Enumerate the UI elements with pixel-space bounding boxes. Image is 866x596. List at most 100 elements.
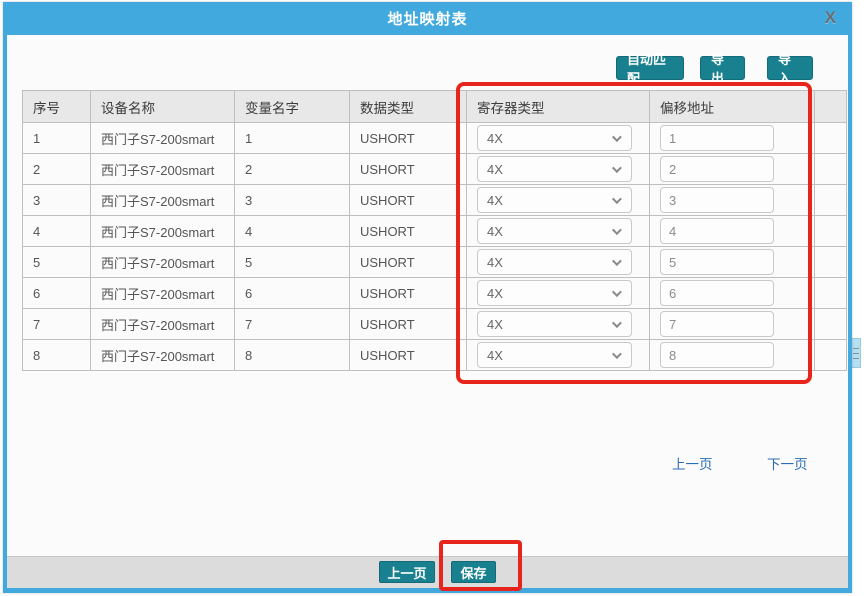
col-header-variable: 变量名字: [235, 91, 350, 123]
cell-index: 2: [23, 154, 91, 185]
cell-datatype: USHORT: [350, 216, 467, 247]
cell-device: 西门子S7-200smart: [91, 123, 235, 154]
cell-empty: [815, 154, 847, 185]
cell-empty: [815, 247, 847, 278]
col-header-device: 设备名称: [91, 91, 235, 123]
chevron-down-icon: [612, 194, 622, 204]
footer-prev-button[interactable]: 上一页: [379, 561, 435, 583]
cell-device: 西门子S7-200smart: [91, 154, 235, 185]
cell-empty: [815, 123, 847, 154]
register-type-select[interactable]: 4X: [477, 156, 632, 182]
cell-datatype: USHORT: [350, 340, 467, 371]
cell-variable: 2: [235, 154, 350, 185]
table-row: 6 西门子S7-200smart 6 USHORT 4X: [23, 278, 847, 309]
cell-index: 7: [23, 309, 91, 340]
register-type-select[interactable]: 4X: [477, 125, 632, 151]
table-row: 1 西门子S7-200smart 1 USHORT 4X: [23, 123, 847, 154]
offset-address-input[interactable]: [660, 125, 774, 151]
cell-index: 5: [23, 247, 91, 278]
cell-datatype: USHORT: [350, 278, 467, 309]
offset-address-input[interactable]: [660, 218, 774, 244]
cell-variable: 4: [235, 216, 350, 247]
cell-datatype: USHORT: [350, 185, 467, 216]
dialog-title: 地址映射表: [387, 8, 467, 29]
cell-index: 6: [23, 278, 91, 309]
pagination-next-link[interactable]: 下一页: [767, 453, 808, 473]
cell-device: 西门子S7-200smart: [91, 309, 235, 340]
register-type-value: 4X: [487, 193, 503, 208]
offset-address-input[interactable]: [660, 156, 774, 182]
cell-empty: [815, 340, 847, 371]
register-type-select[interactable]: 4X: [477, 249, 632, 275]
register-type-value: 4X: [487, 162, 503, 177]
address-mapping-table: 序号 设备名称 变量名字 数据类型 寄存器类型 偏移地址 1 西门子S7-200…: [22, 90, 847, 371]
table-row: 7 西门子S7-200smart 7 USHORT 4X: [23, 309, 847, 340]
table-header-row: 序号 设备名称 变量名字 数据类型 寄存器类型 偏移地址: [23, 91, 847, 123]
cell-variable: 7: [235, 309, 350, 340]
cell-empty: [815, 216, 847, 247]
cell-index: 1: [23, 123, 91, 154]
register-type-value: 4X: [487, 348, 503, 363]
dialog-titlebar: 地址映射表: [3, 2, 852, 35]
offset-address-input[interactable]: [660, 342, 774, 368]
close-icon[interactable]: X: [825, 8, 836, 28]
cell-datatype: USHORT: [350, 123, 467, 154]
register-type-value: 4X: [487, 224, 503, 239]
offset-address-input[interactable]: [660, 311, 774, 337]
chevron-down-icon: [612, 132, 622, 142]
address-mapping-dialog: 地址映射表 X 自动匹配 导出 导入 序号 设备名称 变量名字 数据类型 寄存器…: [3, 2, 852, 593]
register-type-select[interactable]: 4X: [477, 187, 632, 213]
cell-variable: 5: [235, 247, 350, 278]
register-type-select[interactable]: 4X: [477, 311, 632, 337]
register-type-select[interactable]: 4X: [477, 280, 632, 306]
pagination-prev-link[interactable]: 上一页: [672, 453, 713, 473]
cell-empty: [815, 309, 847, 340]
chevron-down-icon: [612, 287, 622, 297]
chevron-down-icon: [612, 163, 622, 173]
cell-datatype: USHORT: [350, 154, 467, 185]
cell-device: 西门子S7-200smart: [91, 340, 235, 371]
offset-address-input[interactable]: [660, 280, 774, 306]
page: 地址映射表 X 自动匹配 导出 导入 序号 设备名称 变量名字 数据类型 寄存器…: [0, 0, 866, 596]
grip-line: [853, 353, 859, 354]
save-button[interactable]: 保存: [451, 561, 496, 583]
chevron-down-icon: [612, 225, 622, 235]
cell-index: 3: [23, 185, 91, 216]
chevron-down-icon: [612, 256, 622, 266]
cell-device: 西门子S7-200smart: [91, 278, 235, 309]
import-button[interactable]: 导入: [767, 56, 813, 80]
cell-variable: 3: [235, 185, 350, 216]
col-header-index: 序号: [23, 91, 91, 123]
register-type-select[interactable]: 4X: [477, 342, 632, 368]
col-header-datatype: 数据类型: [350, 91, 467, 123]
offset-address-input[interactable]: [660, 249, 774, 275]
cell-index: 8: [23, 340, 91, 371]
col-header-offset: 偏移地址: [650, 91, 815, 123]
cell-device: 西门子S7-200smart: [91, 185, 235, 216]
export-button[interactable]: 导出: [700, 56, 745, 80]
register-type-value: 4X: [487, 286, 503, 301]
register-type-value: 4X: [487, 131, 503, 146]
chevron-down-icon: [612, 318, 622, 328]
grip-line: [853, 348, 859, 349]
table-row: 8 西门子S7-200smart 8 USHORT 4X: [23, 340, 847, 371]
cell-empty: [815, 278, 847, 309]
register-type-select[interactable]: 4X: [477, 218, 632, 244]
col-header-empty: [815, 91, 847, 123]
register-type-value: 4X: [487, 255, 503, 270]
cell-variable: 1: [235, 123, 350, 154]
cell-variable: 6: [235, 278, 350, 309]
table-row: 2 西门子S7-200smart 2 USHORT 4X: [23, 154, 847, 185]
chevron-down-icon: [612, 349, 622, 359]
cell-datatype: USHORT: [350, 247, 467, 278]
auto-match-button[interactable]: 自动匹配: [616, 56, 684, 80]
table-row: 3 西门子S7-200smart 3 USHORT 4X: [23, 185, 847, 216]
offset-address-input[interactable]: [660, 187, 774, 213]
table-row: 4 西门子S7-200smart 4 USHORT 4X: [23, 216, 847, 247]
register-type-value: 4X: [487, 317, 503, 332]
table-row: 5 西门子S7-200smart 5 USHORT 4X: [23, 247, 847, 278]
cell-device: 西门子S7-200smart: [91, 247, 235, 278]
cell-device: 西门子S7-200smart: [91, 216, 235, 247]
background-scrollbar-fragment: [851, 338, 861, 368]
col-header-register: 寄存器类型: [467, 91, 650, 123]
